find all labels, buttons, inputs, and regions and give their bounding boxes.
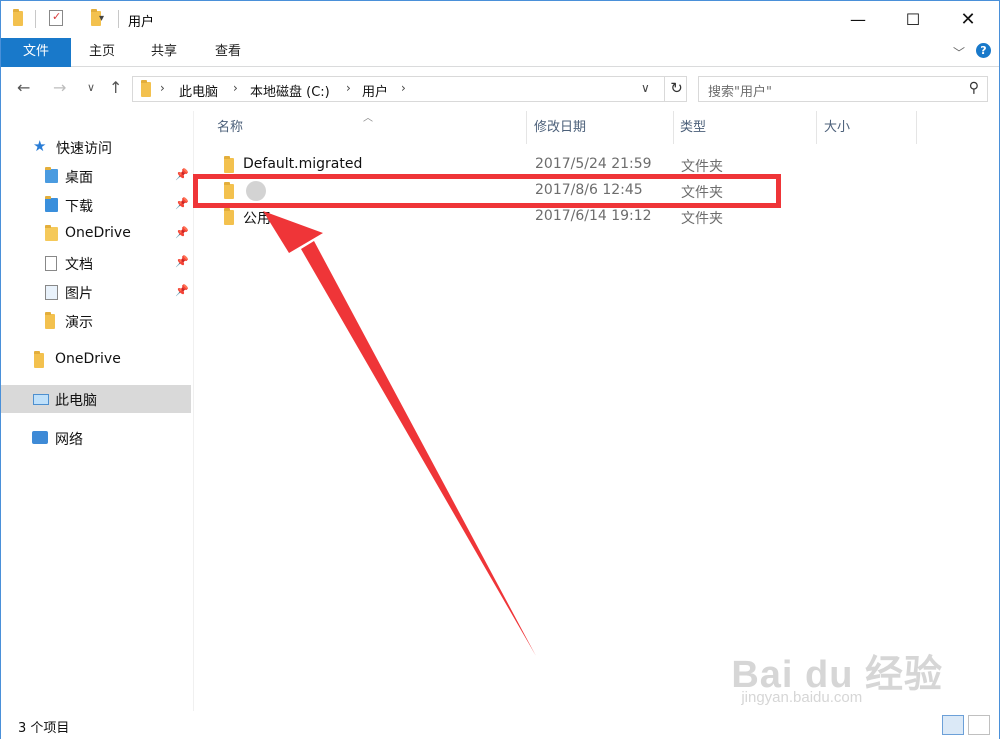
file-type: 文件夹 — [681, 211, 723, 227]
sidebar-item-demo[interactable]: 演示 — [1, 307, 191, 335]
folder-icon — [45, 312, 55, 333]
file-date: 2017/5/24 21:59 — [535, 156, 652, 172]
sidebar-item-label: 演示 — [65, 315, 93, 331]
chevron-right-icon[interactable]: › — [233, 81, 238, 95]
chevron-right-icon[interactable]: › — [160, 81, 165, 95]
help-icon[interactable]: ? — [976, 43, 991, 58]
sidebar-item-documents[interactable]: 文档 📌 — [1, 249, 191, 277]
navigation-bar: ← → ∨ ↑ › 此电脑 › 本地磁盘 (C:) › 用户 › ∨ ↻ 搜索"… — [1, 67, 999, 111]
address-history-chevron-icon[interactable]: ∨ — [641, 81, 650, 95]
onedrive-icon — [45, 225, 58, 245]
pin-icon[interactable]: 📌 — [175, 255, 189, 268]
file-type: 文件夹 — [681, 159, 723, 175]
ribbon-tabs: 文件 主页 共享 查看 ﹀ ? — [1, 38, 999, 67]
network-icon — [32, 431, 48, 444]
tab-home[interactable]: 主页 — [79, 38, 125, 67]
sidebar-item-onedrive[interactable]: OneDrive — [1, 346, 191, 374]
title-bar: ✓ ▾ 用户 — ☐ ✕ — [1, 1, 999, 38]
column-header-date[interactable]: 修改日期 — [534, 111, 664, 144]
column-divider[interactable] — [673, 111, 674, 144]
divider — [35, 10, 36, 28]
maximize-button[interactable]: ☐ — [890, 1, 936, 38]
item-count: 3 个项目 — [18, 721, 70, 736]
star-icon: ★ — [33, 137, 47, 155]
column-divider[interactable] — [816, 111, 817, 144]
chevron-right-icon[interactable]: › — [346, 81, 351, 95]
downloads-icon — [45, 196, 58, 216]
sidebar-item-label: 下载 — [65, 199, 93, 215]
file-date: 2017/6/14 19:12 — [535, 208, 652, 224]
refresh-icon[interactable]: ↻ — [664, 77, 688, 101]
file-explorer-window: ✓ ▾ 用户 — ☐ ✕ 文件 主页 共享 查看 ﹀ ? ← → ∨ ↑ › 此… — [0, 0, 1000, 739]
column-divider[interactable] — [526, 111, 527, 144]
pin-icon[interactable]: 📌 — [175, 168, 189, 181]
onedrive-folder-icon — [34, 351, 44, 372]
search-icon[interactable]: ⚲ — [969, 80, 979, 96]
status-bar: 3 个项目 — [1, 711, 999, 739]
chevron-right-icon[interactable]: › — [401, 81, 406, 95]
tab-view[interactable]: 查看 — [205, 38, 251, 67]
search-box[interactable]: 搜索"用户" ⚲ — [698, 76, 988, 102]
sidebar-item-onedrive-pinned[interactable]: OneDrive 📌 — [1, 220, 191, 248]
computer-icon — [33, 394, 49, 405]
sidebar-item-quick-access[interactable]: ★ 快速访问 — [1, 133, 191, 161]
sidebar-item-label: 桌面 — [65, 170, 93, 186]
address-bar[interactable]: › 此电脑 › 本地磁盘 (C:) › 用户 › ∨ — [132, 76, 687, 102]
breadcrumb-local-disk[interactable]: 本地磁盘 (C:) — [250, 81, 330, 100]
documents-icon — [45, 256, 57, 271]
sidebar-item-this-pc[interactable]: 此电脑 — [1, 385, 191, 413]
sidebar-item-label: 网络 — [55, 432, 83, 448]
highlight-box — [193, 174, 781, 208]
file-name: Default.migrated — [243, 156, 363, 172]
sidebar-item-label: 此电脑 — [55, 393, 97, 409]
folder-icon — [13, 9, 23, 26]
sidebar-item-label: 快速访问 — [56, 141, 112, 157]
divider — [118, 10, 119, 28]
tab-file[interactable]: 文件 — [1, 38, 71, 67]
breadcrumb-users[interactable]: 用户 — [362, 81, 388, 100]
minimize-button[interactable]: — — [835, 1, 881, 38]
navigation-pane: ★ 快速访问 桌面 📌 下载 📌 OneDrive 📌 文档 📌 图片 📌 演示… — [1, 111, 194, 711]
pin-icon[interactable]: 📌 — [175, 284, 189, 297]
breadcrumb-this-pc[interactable]: 此电脑 — [179, 81, 218, 100]
folder-icon — [224, 208, 234, 229]
close-button[interactable]: ✕ — [945, 1, 991, 38]
up-arrow-icon[interactable]: ↑ — [109, 78, 122, 97]
sidebar-item-desktop[interactable]: 桌面 📌 — [1, 162, 191, 190]
customize-quick-access-icon[interactable]: ▾ — [99, 13, 104, 24]
folder-icon — [141, 80, 151, 97]
search-placeholder: 搜索"用户" — [708, 85, 772, 100]
tab-share[interactable]: 共享 — [141, 38, 187, 67]
forward-arrow-icon[interactable]: → — [53, 78, 66, 97]
sidebar-item-label: 文档 — [65, 257, 93, 273]
large-icons-view-icon[interactable] — [968, 715, 990, 735]
sidebar-item-pictures[interactable]: 图片 📌 — [1, 278, 191, 306]
pin-icon[interactable]: 📌 — [175, 226, 189, 239]
sidebar-item-network[interactable]: 网络 — [1, 424, 191, 452]
file-name: 公用 — [243, 211, 271, 227]
column-header-size[interactable]: 大小 — [824, 111, 914, 144]
properties-icon[interactable]: ✓ — [49, 10, 63, 26]
column-divider[interactable] — [916, 111, 917, 144]
desktop-icon — [45, 167, 58, 187]
expand-ribbon-icon[interactable]: ﹀ — [953, 44, 965, 61]
window-title: 用户 — [128, 15, 155, 30]
watermark: Bai du 经验 jingyan.baidu.com — [731, 643, 943, 706]
sidebar-item-label: OneDrive — [65, 225, 131, 241]
recent-locations-chevron-icon[interactable]: ∨ — [87, 81, 95, 94]
sidebar-item-downloads[interactable]: 下载 📌 — [1, 191, 191, 219]
watermark-url: jingyan.baidu.com — [741, 689, 863, 706]
column-header-type[interactable]: 类型 — [680, 111, 810, 144]
pictures-icon — [45, 285, 58, 300]
details-view-icon[interactable] — [942, 715, 964, 735]
sidebar-item-label: 图片 — [65, 286, 93, 302]
sidebar-item-label: OneDrive — [55, 351, 121, 367]
back-arrow-icon[interactable]: ← — [17, 78, 30, 97]
pin-icon[interactable]: 📌 — [175, 197, 189, 210]
column-header-name[interactable]: 名称 — [217, 111, 517, 144]
